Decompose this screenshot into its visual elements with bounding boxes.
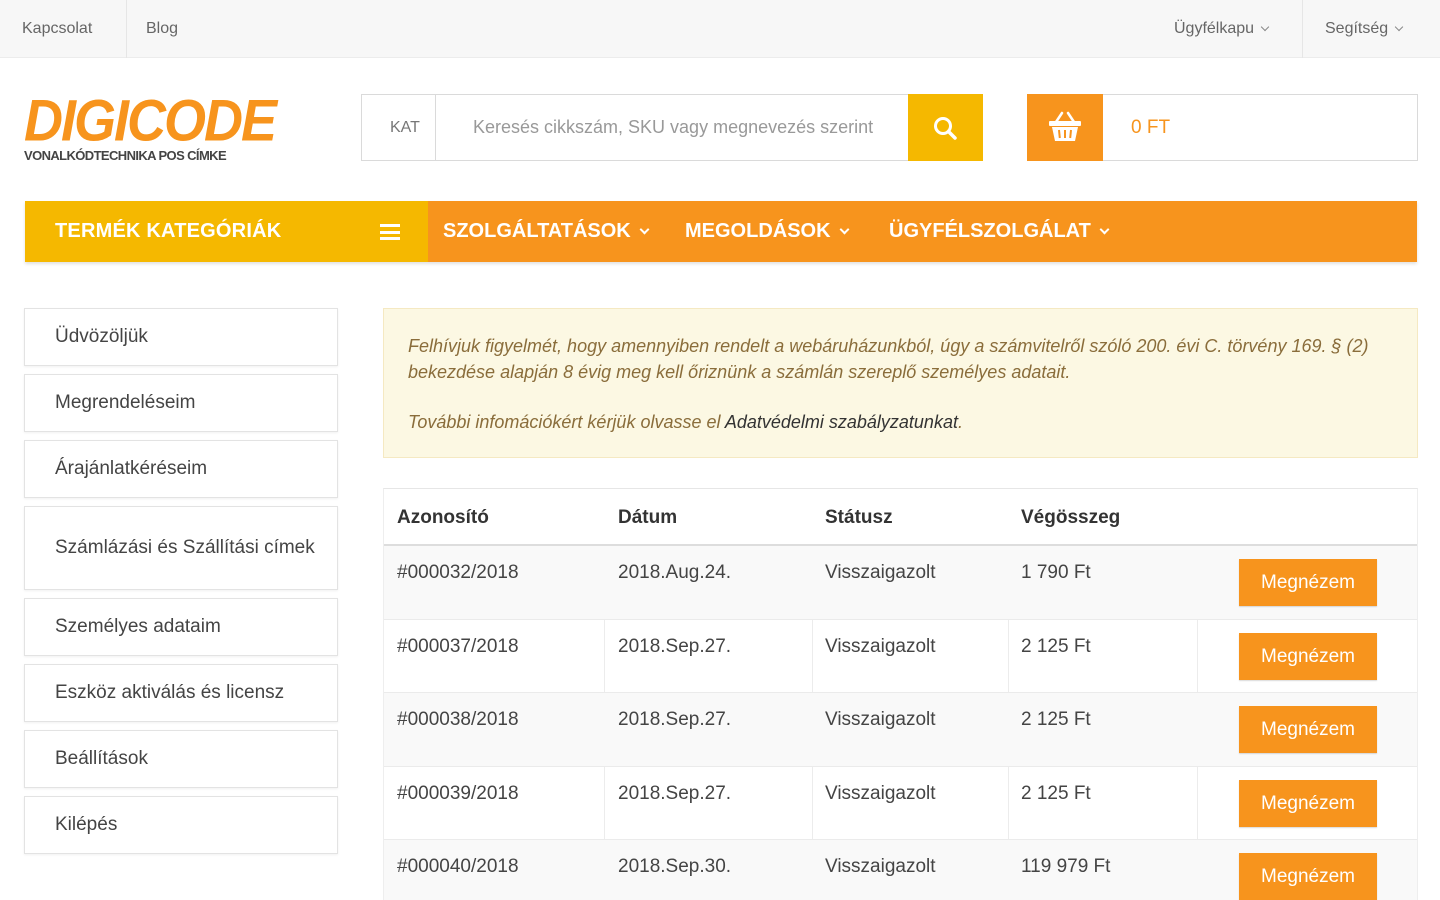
main-navigation: TERMÉK KATEGÓRIÁK SZOLGÁLTATÁSOK MEGOLDÁ…	[25, 201, 1417, 262]
topbar-menu-help[interactable]: Segítség	[1325, 0, 1404, 58]
order-date: 2018.Sep.27.	[618, 782, 732, 804]
notice-more-info-prefix: További infomációkért kérjük olvasse el	[408, 412, 725, 432]
table-row: #000039/2018 2018.Sep.27. Visszaigazolt …	[384, 767, 1417, 840]
order-total: 2 125 Ft	[1021, 635, 1091, 657]
privacy-notice: Felhívjuk figyelmét, hogy amennyiben ren…	[383, 308, 1418, 458]
table-row: #000040/2018 2018.Sep.30. Visszaigazolt …	[384, 840, 1417, 900]
sidebar-item-personal-data[interactable]: Személyes adataim	[24, 598, 338, 656]
order-status: Visszaigazolt	[825, 562, 936, 583]
chevron-down-icon	[1260, 22, 1270, 32]
column-header-id: Azonosító	[397, 507, 489, 528]
cart-amount: 0 FT	[1131, 117, 1171, 138]
order-status: Visszaigazolt	[825, 782, 936, 804]
column-header-total: Végösszeg	[1021, 507, 1121, 528]
sidebar-item-quotes[interactable]: Árajánlatkéréseim	[24, 440, 338, 498]
order-id: #000039/2018	[397, 782, 519, 804]
sidebar-item-addresses[interactable]: Számlázási és Szállítási címek	[24, 506, 338, 590]
nav-item-label: SZOLGÁLTATÁSOK	[443, 220, 631, 242]
search-icon	[934, 117, 957, 140]
view-order-button[interactable]: Megnézem	[1239, 632, 1377, 680]
order-total: 2 125 Ft	[1021, 782, 1091, 804]
nav-item-customer-service[interactable]: ÜGYFÉLSZOLGÁLAT	[889, 201, 1110, 262]
search-category-select[interactable]: KAT	[362, 95, 436, 160]
view-order-button[interactable]: Megnézem	[1239, 779, 1377, 827]
view-order-button[interactable]: Megnézem	[1239, 559, 1377, 606]
nav-item-label: MEGOLDÁSOK	[685, 220, 831, 242]
sidebar-item-logout[interactable]: Kilépés	[24, 796, 338, 854]
basket-icon	[1049, 111, 1081, 141]
topbar-menu-label: Segítség	[1325, 20, 1389, 37]
orders-table: Azonosító Dátum Státusz Végösszeg #00003…	[383, 488, 1418, 900]
search-button[interactable]	[908, 94, 983, 161]
view-order-button[interactable]: Megnézem	[1239, 706, 1377, 753]
column-header-action	[1197, 489, 1210, 544]
product-categories-button[interactable]: TERMÉK KATEGÓRIÁK	[25, 201, 428, 262]
cart-icon-box[interactable]	[1027, 94, 1103, 161]
order-date: 2018.Aug.24.	[618, 562, 732, 583]
search-input[interactable]	[437, 95, 909, 160]
order-id: #000040/2018	[397, 856, 519, 877]
sidebar-item-orders[interactable]: Megrendeléseim	[24, 374, 338, 432]
topbar-menu-label: Ügyfélkapu	[1174, 20, 1255, 37]
order-date: 2018.Sep.30.	[618, 856, 732, 877]
logo-wordmark: DIGICODE	[24, 88, 277, 154]
order-date: 2018.Sep.27.	[618, 635, 732, 657]
chevron-down-icon	[839, 224, 850, 235]
order-id: #000037/2018	[397, 635, 519, 657]
chevron-down-icon	[1394, 22, 1404, 32]
table-row: #000038/2018 2018.Sep.27. Visszaigazolt …	[384, 693, 1417, 767]
nav-item-services[interactable]: SZOLGÁLTATÁSOK	[443, 201, 650, 262]
topbar-link-contact[interactable]: Kapcsolat	[22, 0, 92, 58]
product-categories-label: TERMÉK KATEGÓRIÁK	[55, 220, 282, 242]
nav-item-solutions[interactable]: MEGOLDÁSOK	[685, 201, 850, 262]
nav-item-label: ÜGYFÉLSZOLGÁLAT	[889, 220, 1091, 242]
site-logo[interactable]: DIGICODE VONALKÓDTECHNIKA POS CÍMKE	[24, 88, 277, 166]
order-total: 119 979 Ft	[1021, 856, 1111, 877]
order-id: #000038/2018	[397, 709, 519, 730]
notice-more-info-suffix: .	[957, 412, 963, 432]
cart-widget[interactable]: 0 FT	[1027, 94, 1418, 161]
sidebar-item-device-license[interactable]: Eszköz aktiválás és licensz	[24, 664, 338, 722]
topbar-link-blog[interactable]: Blog	[146, 0, 178, 58]
table-header: Azonosító Dátum Státusz Végösszeg	[384, 489, 1417, 546]
order-status: Visszaigazolt	[825, 709, 936, 730]
sidebar-item-settings[interactable]: Beállítások	[24, 730, 338, 788]
notice-more-info: További infomációkért kérjük olvasse el …	[408, 409, 1398, 435]
order-total: 1 790 Ft	[1021, 562, 1091, 583]
order-total: 2 125 Ft	[1021, 709, 1091, 730]
chevron-down-icon	[1099, 224, 1110, 235]
column-header-status: Státusz	[825, 507, 893, 528]
table-row: #000037/2018 2018.Sep.27. Visszaigazolt …	[384, 620, 1417, 693]
order-status: Visszaigazolt	[825, 635, 936, 657]
order-date: 2018.Sep.27.	[618, 709, 732, 730]
search-bar: KAT	[361, 94, 983, 161]
notice-text: Felhívjuk figyelmét, hogy amennyiben ren…	[408, 336, 1369, 382]
top-bar: Kapcsolat Blog Ügyfélkapu Segítség	[0, 0, 1440, 58]
view-order-button[interactable]: Megnézem	[1239, 853, 1377, 900]
order-status: Visszaigazolt	[825, 856, 936, 877]
order-id: #000032/2018	[397, 562, 519, 583]
topbar-divider	[1302, 0, 1303, 58]
privacy-policy-link[interactable]: Adatvédelmi szabályzatunkat	[725, 412, 958, 432]
topbar-menu-client-portal[interactable]: Ügyfélkapu	[1174, 0, 1270, 58]
hamburger-menu-icon	[380, 224, 400, 240]
sidebar-item-welcome[interactable]: Üdvözöljük	[24, 308, 338, 366]
topbar-divider	[126, 0, 127, 58]
chevron-down-icon	[639, 224, 650, 235]
column-header-date: Dátum	[618, 507, 678, 528]
table-row: #000032/2018 2018.Aug.24. Visszaigazolt …	[384, 546, 1417, 620]
